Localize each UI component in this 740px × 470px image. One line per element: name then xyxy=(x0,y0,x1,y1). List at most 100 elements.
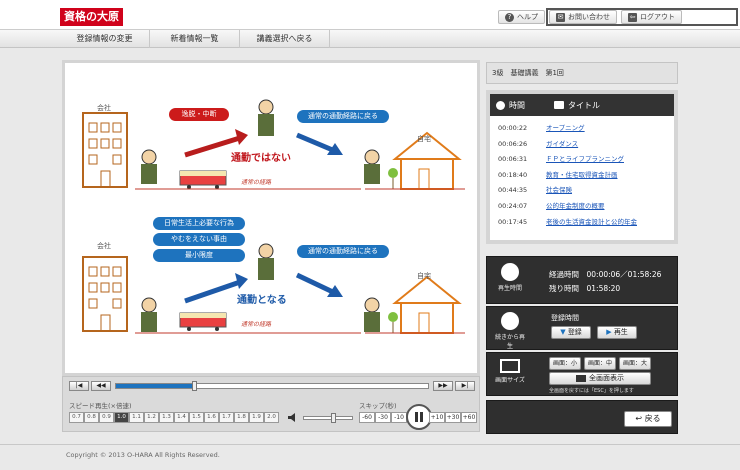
chapter-link[interactable]: オープニング xyxy=(546,124,585,132)
return-route-tag: 通常の通勤経路に戻る xyxy=(297,110,389,123)
scene2-illustration xyxy=(82,243,465,334)
chapter-row: 00:17:45 老後の生活資金設計と公的年金 xyxy=(490,215,674,231)
nav-back-to-lectures[interactable]: 講義選択へ戻る xyxy=(240,30,330,48)
rewind-button[interactable]: ◀◀ xyxy=(91,381,111,391)
monitor-icon xyxy=(500,359,520,373)
question-icon: ? xyxy=(505,12,514,22)
worker-figure xyxy=(141,149,157,184)
elapsed-value: 00:00:06／01:58:26 xyxy=(586,270,662,279)
skip-back-button[interactable]: -60 xyxy=(359,412,375,423)
speed-option[interactable]: 2.0 xyxy=(264,412,279,423)
registered-time-label: 登録時間 xyxy=(551,314,579,322)
skip-back-button[interactable]: -30 xyxy=(375,412,391,423)
company-label: 会社 xyxy=(97,242,111,250)
fullscreen-button[interactable]: 全画面表示 xyxy=(549,372,651,385)
speed-option[interactable]: 1.7 xyxy=(219,412,234,423)
pause-icon-bar xyxy=(420,412,423,422)
return-route-tag: 通常の通勤経路に戻る xyxy=(297,245,389,258)
seek-handle[interactable] xyxy=(192,381,197,391)
skip-back-buttons: -60 -30 -10 xyxy=(359,412,407,423)
clock-icon xyxy=(501,263,519,281)
company-building xyxy=(82,112,128,188)
skip-forward-button[interactable]: +30 xyxy=(445,412,461,423)
fullscreen-icon xyxy=(576,374,586,382)
volume-slider[interactable] xyxy=(303,413,353,423)
chapter-link[interactable]: 老後の生活資金設計と公的年金 xyxy=(546,218,637,226)
chapter-link[interactable]: ガイダンス xyxy=(546,140,578,148)
speed-option[interactable]: 0.7 xyxy=(69,412,84,423)
return-arrow-icon: ↩ xyxy=(635,414,643,423)
chapter-list: 時間 タイトル 00:00:22 オープニング 00:06:26 ガイダンス 00:06… xyxy=(486,90,678,244)
scene1-illustration xyxy=(82,99,465,190)
speed-option[interactable]: 1.6 xyxy=(204,412,219,423)
title-column-header: タイトル xyxy=(548,100,606,111)
logo-main: 資格の大原 xyxy=(60,8,123,26)
slide-scene-2: 会社 自宅 日常生活上必要な行為 やむをえない事由 最小限度 通常の通勤経路に戻… xyxy=(65,213,477,363)
skip-to-end-button[interactable]: ▶| xyxy=(455,381,475,391)
speed-option[interactable]: 1.5 xyxy=(189,412,204,423)
copyright: Copyright © 2013 O-HARA All Rights Reser… xyxy=(66,451,220,459)
verdict-commute: 通勤となる xyxy=(237,295,287,306)
remaining-row: 残り時間 01:58:20 xyxy=(549,283,620,294)
player-controls: |◀ ◀◀ ▶▶ ▶| スピード再生(×倍速) 0.7 0.8 0.9 1.0 1.1 1… xyxy=(62,376,480,432)
skip-label: スキップ(秒) xyxy=(359,402,397,410)
speed-option[interactable]: 1.3 xyxy=(159,412,174,423)
contact-label: お問い合わせ xyxy=(568,13,610,21)
register-button[interactable]: ▼ 登録 xyxy=(551,326,591,339)
chapter-link[interactable]: 教育・住宅取得資金計画 xyxy=(546,171,618,179)
volume-handle[interactable] xyxy=(330,413,336,423)
speed-option[interactable]: 1.1 xyxy=(129,412,144,423)
skip-forward-button[interactable]: +60 xyxy=(461,412,477,423)
volume-icon[interactable] xyxy=(287,412,299,423)
company-building xyxy=(82,256,128,332)
fast-forward-button[interactable]: ▶▶ xyxy=(433,381,453,391)
nav-news[interactable]: 新着情報一覧 xyxy=(150,30,240,48)
resume-icon-label: 続きから再生 xyxy=(495,334,526,350)
screen-size-icon-label: 画面サイズ xyxy=(495,377,525,384)
back-button[interactable]: ↩ 戻る xyxy=(624,411,672,427)
playback-time-panel: 再生時間 経過時間 00:00:06／01:58:26 残り時間 01:58:2… xyxy=(486,256,678,304)
chapter-time: 00:24:07 xyxy=(498,201,528,210)
chapter-link[interactable]: 公的年金制度の概要 xyxy=(546,202,605,210)
chapter-time: 00:00:22 xyxy=(498,124,528,132)
fullscreen-label: 全画面表示 xyxy=(589,374,624,382)
video-player[interactable]: 会社 自宅 逸脱・中断 通常の通勤経路に戻る 通勤ではない 通常の経路 会社 自… xyxy=(62,60,480,376)
resume-play-button[interactable]: ▶ 再生 xyxy=(597,326,637,339)
elapsed-row: 経過時間 00:00:06／01:58:26 xyxy=(549,269,661,280)
speed-option[interactable]: 0.8 xyxy=(84,412,99,423)
chapter-link[interactable]: ＦＰとライフプランニング xyxy=(546,155,624,163)
screen-size-panel: 画面サイズ 画面：小 画面：中 画面：大 全画面表示 全画面を戻すには「ESC」… xyxy=(486,352,678,396)
seek-bar[interactable] xyxy=(115,381,429,391)
skip-forward-button[interactable]: +10 xyxy=(429,412,445,423)
speed-option[interactable]: 1.9 xyxy=(249,412,264,423)
resume-play-label: 再生 xyxy=(613,328,628,336)
nav-account-settings[interactable]: 登録情報の変更 xyxy=(60,30,150,48)
company-label: 会社 xyxy=(97,104,111,112)
chapter-link[interactable]: 社会保険 xyxy=(546,186,572,194)
speed-option[interactable]: 0.9 xyxy=(99,412,114,423)
pause-icon xyxy=(415,412,418,422)
skip-to-start-button[interactable]: |◀ xyxy=(69,381,89,391)
play-circle-icon xyxy=(501,312,519,330)
screen-medium-button[interactable]: 画面：中 xyxy=(584,357,616,370)
logout-label: ログアウト xyxy=(640,13,675,21)
screen-large-button[interactable]: 画面：大 xyxy=(619,357,651,370)
top-buttons: ? ヘルプ ✉ お問い合わせ ⇦ ログアウト xyxy=(498,10,682,24)
speed-option[interactable]: 1.8 xyxy=(234,412,249,423)
help-button[interactable]: ? ヘルプ xyxy=(498,10,545,24)
speed-option[interactable]: 1.4 xyxy=(174,412,189,423)
speed-option[interactable]: 1.0 xyxy=(114,412,129,423)
route-label: 通常の経路 xyxy=(241,179,272,186)
skip-back-button[interactable]: -10 xyxy=(391,412,407,423)
logout-button[interactable]: ⇦ ログアウト xyxy=(621,10,682,24)
screen-small-button[interactable]: 画面：小 xyxy=(549,357,581,370)
speed-option[interactable]: 1.2 xyxy=(144,412,159,423)
skip-forward-buttons: +10 +30 +60 xyxy=(429,412,477,423)
chapter-row: 00:06:26 ガイダンス xyxy=(490,137,674,153)
top-bar: 資格の大原 合格Web ?ヘルプ ✉お問い合わせ ⇦ログアウト xyxy=(0,0,740,30)
chapter-list-header: 時間 タイトル xyxy=(490,94,674,116)
chapter-rows: 00:00:22 オープニング 00:06:26 ガイダンス 00:06:31 ＦＰとライ… xyxy=(490,116,674,230)
time-column-label: 時間 xyxy=(509,100,525,110)
logo: 資格の大原 合格Web xyxy=(60,8,738,26)
contact-button[interactable]: ✉ お問い合わせ xyxy=(549,10,617,24)
